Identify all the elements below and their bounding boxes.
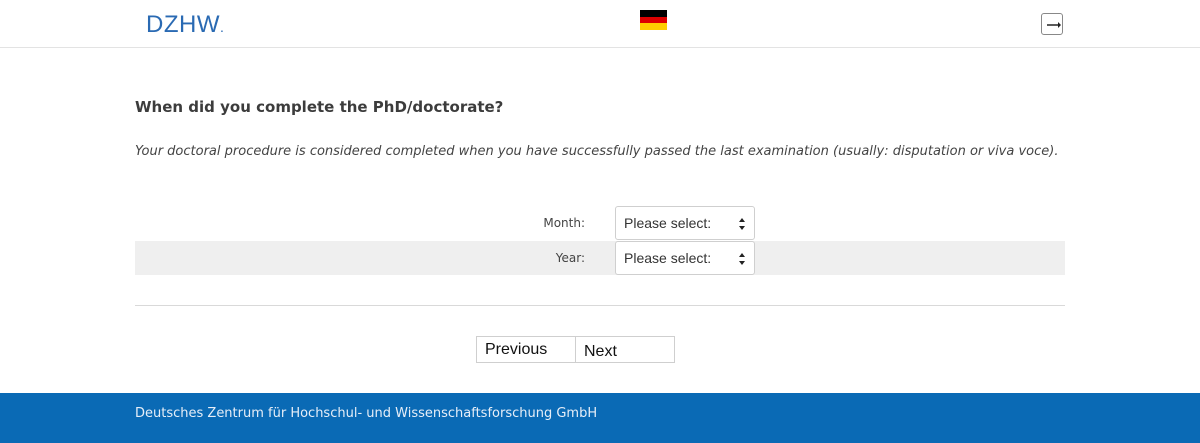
logo-dot: . xyxy=(219,19,225,35)
question-title: When did you complete the PhD/doctorate? xyxy=(135,98,504,116)
year-label: Year: xyxy=(555,251,585,265)
logout-button[interactable] xyxy=(1041,13,1063,35)
month-select[interactable]: Please select: xyxy=(615,206,755,240)
flag-stripe-red xyxy=(640,16,667,24)
logout-icon xyxy=(1047,22,1061,28)
footer-text: Deutsches Zentrum für Hochschul- und Wis… xyxy=(135,406,598,421)
year-row: Year: Please select: xyxy=(135,241,1065,275)
dzhw-logo: DZHW. xyxy=(146,11,224,39)
next-button[interactable]: Next xyxy=(575,336,675,363)
select-arrows-icon xyxy=(739,218,745,230)
month-row: Month: Please select: xyxy=(135,206,1065,240)
german-flag-icon[interactable] xyxy=(640,10,667,31)
footer: Deutsches Zentrum für Hochschul- und Wis… xyxy=(0,393,1200,443)
year-select[interactable]: Please select: xyxy=(615,241,755,275)
divider xyxy=(135,305,1065,306)
year-select-value: Please select: xyxy=(624,250,712,266)
flag-stripe-gold xyxy=(640,23,667,31)
month-label: Month: xyxy=(543,216,585,230)
header: DZHW. xyxy=(0,0,1200,48)
flag-stripe-black xyxy=(640,10,667,17)
month-select-value: Please select: xyxy=(624,215,712,231)
question-instruction: Your doctoral procedure is considered co… xyxy=(135,144,1059,159)
logo-text: DZHW xyxy=(146,11,220,38)
select-arrows-icon xyxy=(739,253,745,265)
previous-button[interactable]: Previous xyxy=(476,336,576,363)
